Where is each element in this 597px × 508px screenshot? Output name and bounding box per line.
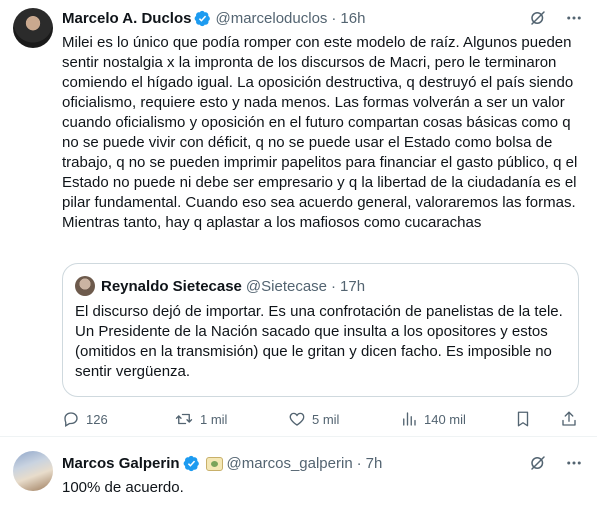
tweet-header: Marcos Galperin @marcos_galperin · 7h [62,453,583,473]
tweet-text: 100% de acuerdo. [62,479,184,496]
bookmark-icon [514,410,532,428]
author-name[interactable]: Marcelo A. Duclos [62,10,191,27]
author-handle[interactable]: @marceloduclos [215,10,327,27]
reply-button[interactable]: 126 [62,410,108,428]
quote-timestamp: 17h [340,277,366,295]
share-icon [560,410,578,428]
like-button[interactable]: 5 mil [288,410,339,428]
verified-badge-icon [183,455,200,472]
avatar[interactable] [13,451,53,491]
separator-dot: · [331,277,337,295]
grok-icon[interactable] [529,454,547,472]
like-count: 5 mil [312,411,340,427]
quote-avatar [75,276,95,296]
separator-dot: · [356,454,362,472]
timestamp[interactable]: 7h [366,455,383,472]
quote-author-handle: @Sietecase [245,277,328,295]
more-icon[interactable] [565,454,583,472]
reply-tweet[interactable]: Marcos Galperin @marcos_galperin · 7h 10… [0,438,597,508]
quoted-tweet[interactable]: Reynaldo Sietecase @Sietecase · 17h El d… [62,263,579,397]
share-button[interactable] [560,410,578,428]
retweet-icon [174,410,194,428]
author-name[interactable]: Marcos Galperin [62,455,180,472]
retweet-button[interactable]: 1 mil [174,410,227,428]
quote-header: Reynaldo Sietecase @Sietecase · 17h [101,276,365,296]
reply-icon [62,410,80,428]
views-icon [400,410,418,428]
reply-count: 126 [86,411,108,427]
quote-text: El discurso dejó de importar. Es una con… [75,303,563,380]
views-button[interactable]: 140 mil [400,410,466,428]
like-icon [288,410,306,428]
action-bar: 126 1 mil 5 mil 140 mil [62,409,579,429]
avatar[interactable] [13,8,53,48]
separator-dot: · [331,9,337,27]
timestamp[interactable]: 16h [340,10,365,27]
views-count: 140 mil [424,411,466,427]
bookmark-button[interactable] [514,410,532,428]
author-handle[interactable]: @marcos_galperin [227,455,353,472]
tweet-header: Marcelo A. Duclos @marceloduclos · 16h [62,8,583,28]
grok-icon[interactable] [529,9,547,27]
more-icon[interactable] [565,9,583,27]
tweet[interactable]: Marcelo A. Duclos @marceloduclos · 16h M… [0,0,597,437]
tweet-text: Milei es lo único que podía romper con e… [62,34,578,231]
verified-badge-icon [194,10,211,27]
retweet-count: 1 mil [200,411,228,427]
quote-author-name: Reynaldo Sietecase [101,277,242,295]
affiliate-badge-icon[interactable] [205,457,223,471]
